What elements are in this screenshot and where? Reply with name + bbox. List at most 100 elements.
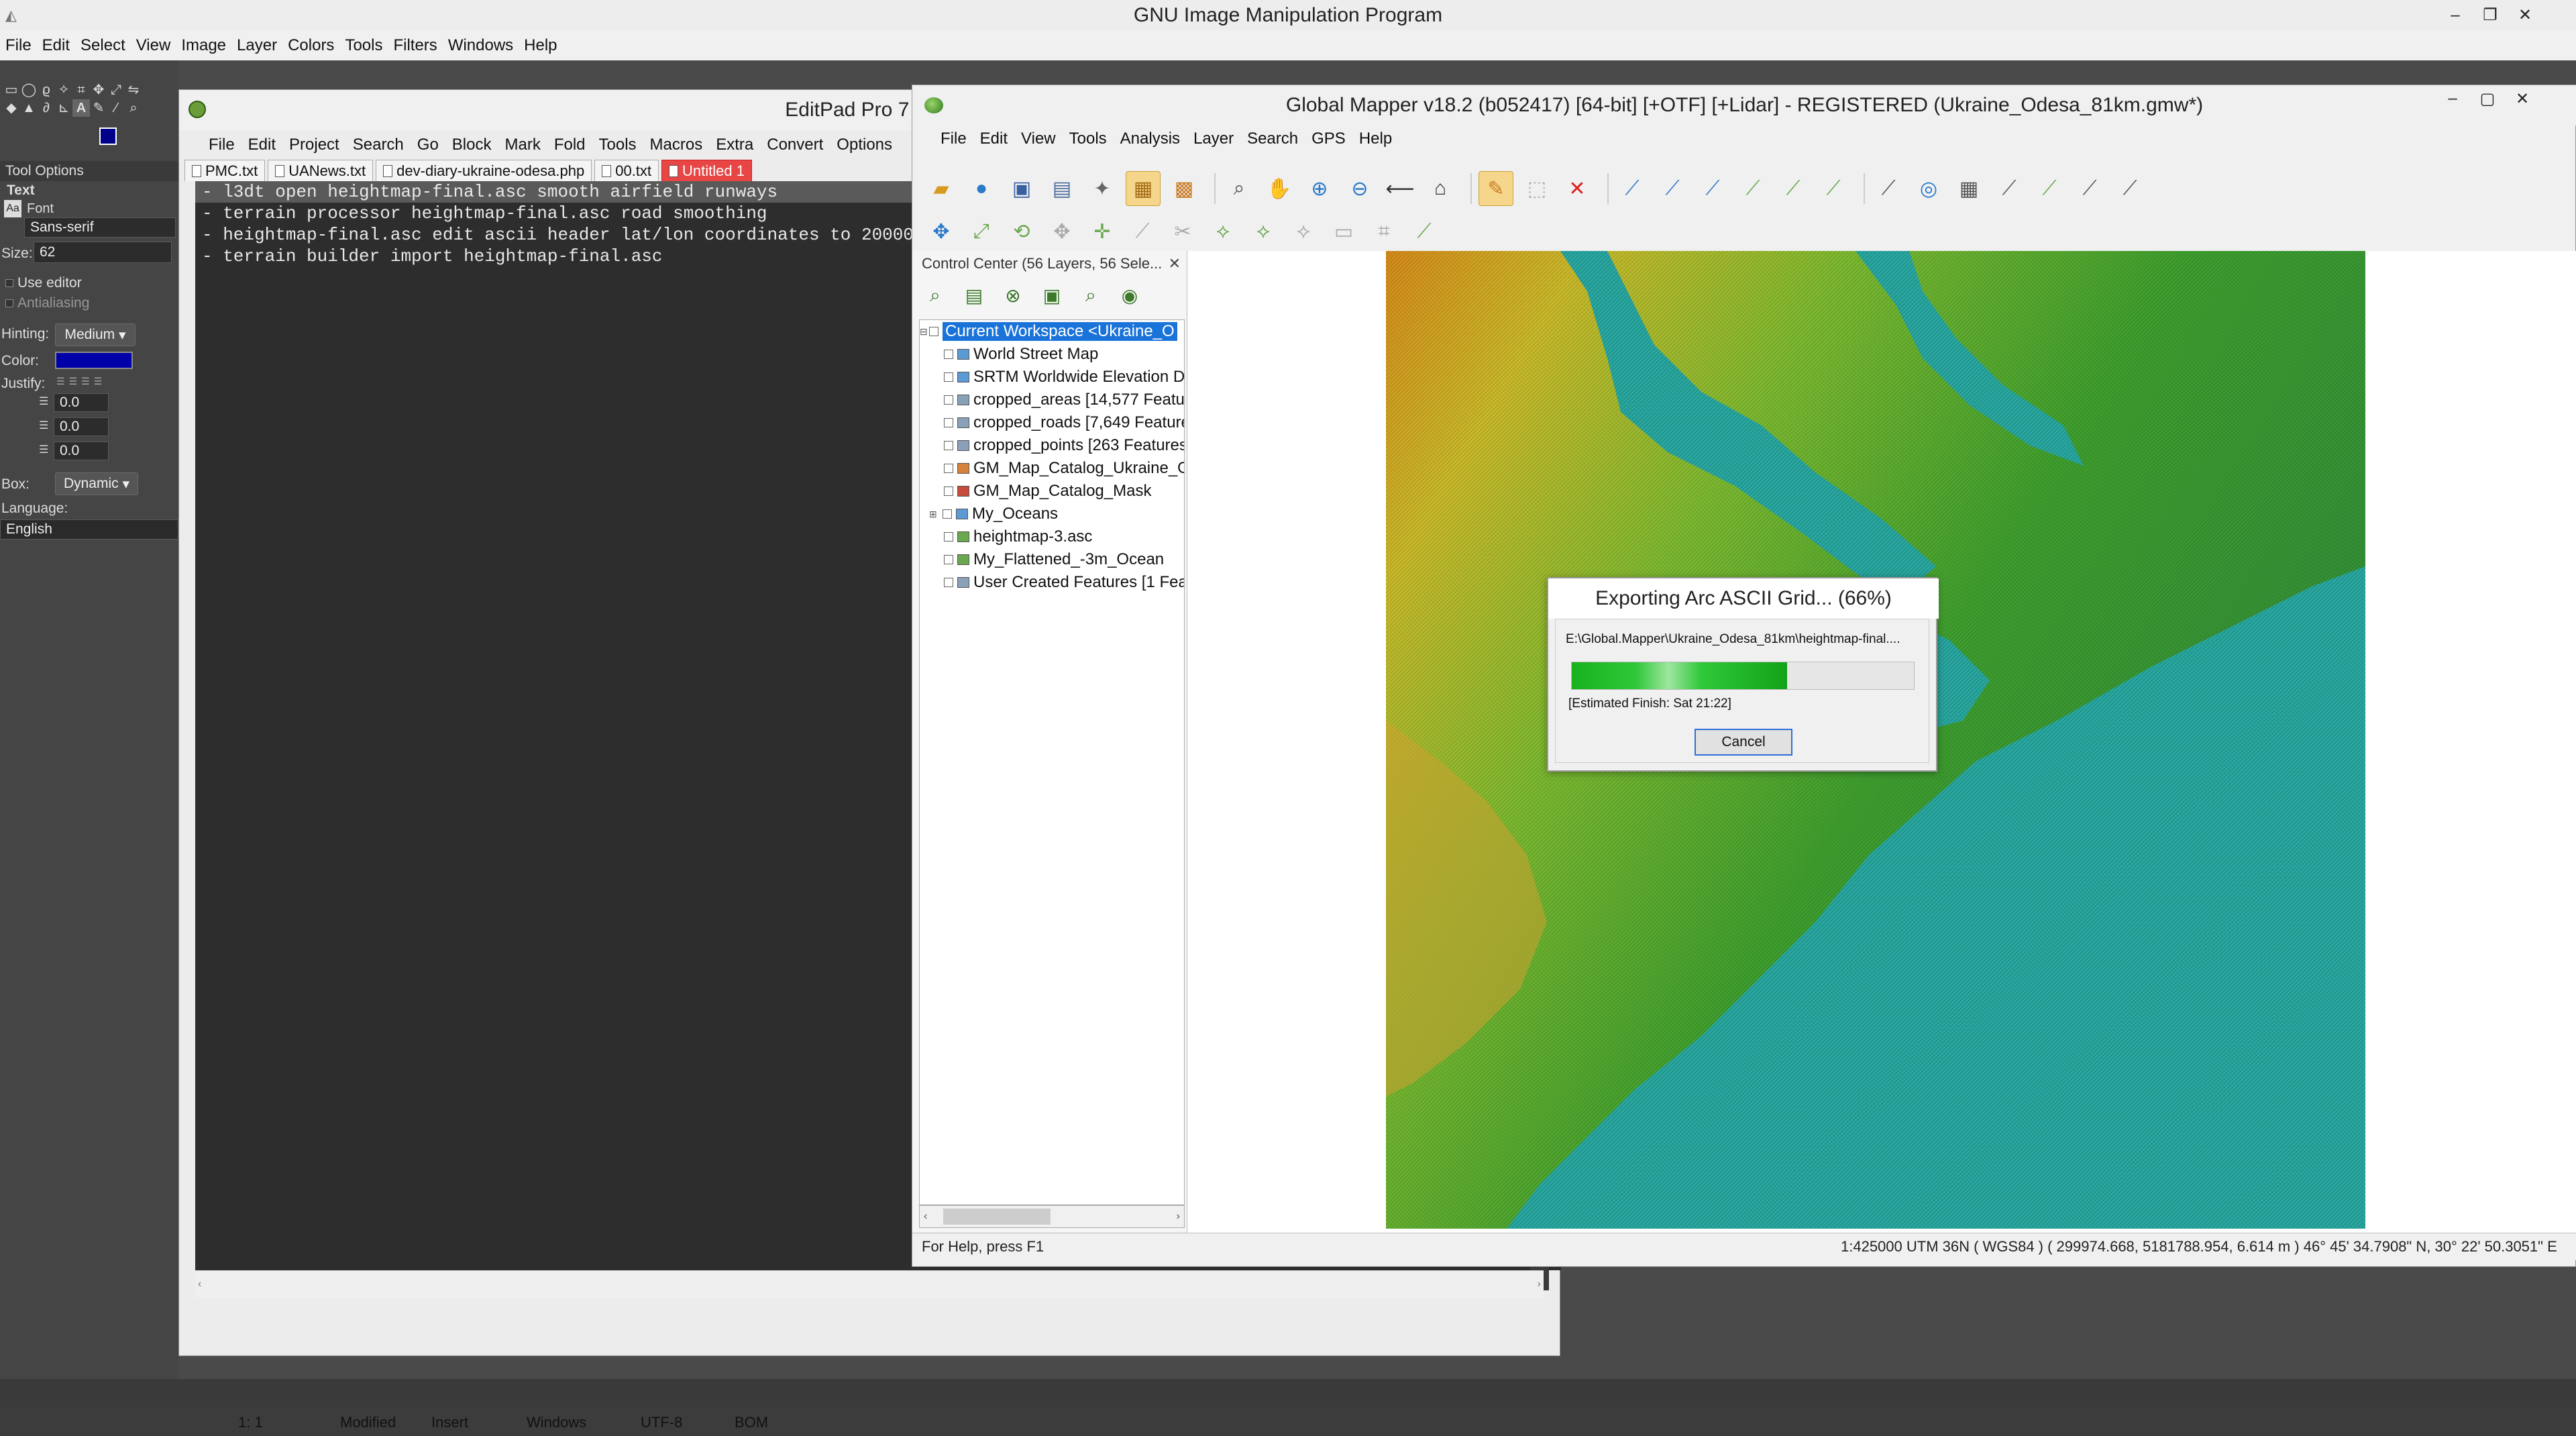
layer-list-horizontal-scrollbar[interactable]: ‹ › (919, 1205, 1185, 1228)
gm-menu-file[interactable]: File (934, 130, 973, 148)
layer-search-icon[interactable]: ⌕ (1075, 279, 1107, 311)
justify-center-icon[interactable]: ☰ (81, 376, 90, 387)
layer-checkbox[interactable] (944, 555, 953, 564)
tab-00[interactable]: 00.txt (594, 160, 659, 181)
layer-checkbox[interactable] (944, 532, 953, 542)
gm-menu-layer[interactable]: Layer (1187, 130, 1240, 148)
status-encoding[interactable]: UTF-8 (641, 1409, 682, 1436)
tab-dev-diary[interactable]: dev-diary-ukraine-odesa.php (376, 160, 592, 181)
antialiasing-option[interactable]: Antialiasing (5, 295, 89, 311)
layer-checkbox[interactable] (944, 464, 953, 473)
rect-select-icon[interactable]: ▭ (3, 81, 20, 98)
scroll-left-icon[interactable]: ‹ (924, 1211, 927, 1223)
split-line-icon[interactable]: ⟋ (1126, 215, 1159, 248)
ellipse-select-icon[interactable]: ◯ (20, 81, 38, 98)
gimp-menu-edit[interactable]: Edit (37, 36, 75, 55)
layer-row[interactable]: cropped_points [263 Features (920, 434, 1184, 457)
gimp-menu-layer[interactable]: Layer (231, 36, 282, 55)
home-icon[interactable]: ⌂ (1424, 172, 1457, 205)
maximize-button[interactable]: ▢ (2470, 85, 2505, 112)
tab-uanews[interactable]: UANews.txt (268, 160, 374, 181)
move-vertex-icon[interactable]: ✥ (1045, 215, 1079, 248)
ep-menu-convert[interactable]: Convert (760, 136, 830, 154)
config-wrench-icon[interactable]: ✦ (1085, 172, 1119, 205)
pencil-icon[interactable]: ✎ (90, 99, 107, 116)
zoom-out-icon[interactable]: ⊖ (1343, 172, 1377, 205)
text-color-button[interactable] (55, 352, 133, 369)
font-field[interactable]: Sans-serif (24, 217, 176, 238)
expand-icon[interactable]: ⊞ (929, 509, 943, 520)
zoom-icon[interactable]: ⌕ (125, 99, 142, 117)
scroll-right-icon[interactable]: › (1538, 1278, 1541, 1290)
gimp-menu-filters[interactable]: Filters (388, 36, 442, 55)
crop-icon[interactable]: ⌗ (1367, 215, 1401, 248)
layer-checkbox[interactable] (944, 395, 953, 405)
layer-row[interactable]: User Created Features [1 Feat (920, 571, 1184, 594)
ruler-icon[interactable]: ⟋ (1407, 215, 1441, 248)
text-tool-icon[interactable]: A (72, 99, 90, 117)
scrollbar-thumb[interactable] (943, 1209, 1051, 1225)
cancel-button[interactable]: Cancel (1695, 729, 1792, 756)
ep-menu-extra[interactable]: Extra (709, 136, 760, 154)
box-dropdown[interactable]: Dynamic ▾ (55, 472, 138, 495)
back-arrow-icon[interactable]: ⟵ (1383, 172, 1417, 205)
gimp-menu-image[interactable]: Image (176, 36, 231, 55)
move-feature-icon[interactable]: ✥ (924, 215, 958, 248)
pan-hand-icon[interactable]: ✋ (1263, 172, 1296, 205)
ep-menu-macros[interactable]: Macros (643, 136, 710, 154)
rectify-icon[interactable]: ▭ (1327, 215, 1360, 248)
use-editor-checkbox[interactable] (5, 279, 13, 287)
layer-checkbox[interactable] (944, 350, 953, 359)
fuzzy-select-icon[interactable]: ✧ (55, 81, 72, 98)
close-button[interactable]: ✕ (2505, 85, 2540, 112)
create-point-icon[interactable]: ⟋ (1776, 172, 1810, 205)
layer-options-icon[interactable]: ▤ (958, 279, 990, 311)
rotate-feature-icon[interactable]: ⟲ (1005, 215, 1038, 248)
scroll-right-icon[interactable]: › (1177, 1211, 1180, 1223)
ep-menu-file[interactable]: File (202, 136, 241, 154)
tab-untitled-1[interactable]: Untitled 1 (661, 160, 752, 181)
eraser-icon[interactable]: ◆ (3, 99, 20, 116)
merge-icon[interactable]: ⟡ (1287, 215, 1320, 248)
layer-checkbox[interactable] (944, 372, 953, 382)
ep-menu-tools[interactable]: Tools (592, 136, 643, 154)
layer-row-workspace[interactable]: ⊟ Current Workspace <Ukraine_O (920, 320, 1184, 343)
minimize-button[interactable]: – (2435, 85, 2470, 112)
ep-menu-search[interactable]: Search (346, 136, 411, 154)
justify-right-icon[interactable]: ☰ (69, 376, 78, 387)
close-icon[interactable]: ✕ (1169, 255, 1181, 272)
layer-row[interactable]: SRTM Worldwide Elevation Da (920, 366, 1184, 389)
save-icon[interactable]: ▣ (1005, 172, 1038, 205)
editor-horizontal-scrollbar[interactable]: ‹ › (195, 1270, 1544, 1298)
gimp-menu-tools[interactable]: Tools (339, 36, 388, 55)
create-range-ring-icon[interactable]: ⟋ (1817, 172, 1850, 205)
path-profile-icon[interactable]: ⟋ (1992, 172, 2026, 205)
ep-menu-mark[interactable]: Mark (498, 136, 547, 154)
ep-menu-edit[interactable]: Edit (241, 136, 282, 154)
view-shed-icon[interactable]: ⟋ (2033, 172, 2066, 205)
justify-fill-icon[interactable]: ☰ (94, 376, 103, 387)
antialiasing-checkbox[interactable] (5, 299, 13, 307)
close-button[interactable]: ✕ (2508, 0, 2542, 30)
line-spacing-field[interactable]: 0.0 (54, 417, 109, 436)
font-icon[interactable]: Aa (4, 200, 21, 217)
gm-menu-tools[interactable]: Tools (1063, 130, 1114, 148)
layer-checkbox[interactable] (943, 509, 952, 519)
select-box-icon[interactable]: ⬚ (1520, 172, 1554, 205)
gm-menu-search[interactable]: Search (1240, 130, 1305, 148)
grid-icon[interactable]: ▦ (1952, 172, 1986, 205)
use-editor-option[interactable]: Use editor (5, 275, 82, 291)
target-icon[interactable]: ◎ (1912, 172, 1945, 205)
transform-icon[interactable]: ⤢ (107, 81, 125, 99)
letter-spacing-field[interactable]: 0.0 (54, 442, 109, 460)
resize-feature-icon[interactable]: ⤢ (965, 215, 998, 248)
layer-checkbox[interactable] (944, 486, 953, 496)
snap-icon[interactable]: ⟡ (1246, 215, 1280, 248)
restore-button[interactable]: ❐ (2473, 0, 2508, 30)
gimp-menu-windows[interactable]: Windows (443, 36, 519, 55)
layer-list[interactable]: ⊟ Current Workspace <Ukraine_O World Str… (919, 319, 1185, 1205)
layer-checkbox[interactable] (944, 578, 953, 587)
measure-icon[interactable]: ⊾ (55, 99, 72, 116)
gm-menu-help[interactable]: Help (1352, 130, 1399, 148)
control-center-icon[interactable]: ▦ (1126, 171, 1161, 206)
